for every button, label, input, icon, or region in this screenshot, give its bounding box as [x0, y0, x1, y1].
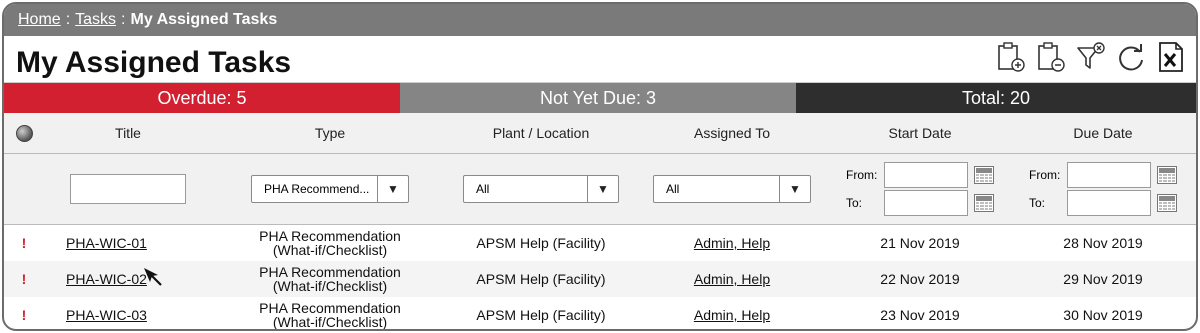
overdue-flag-icon: ! [21, 307, 27, 323]
task-summary-bar: Overdue: 5 Not Yet Due: 3 Total: 20 [4, 83, 1196, 113]
task-type-line2: (What-if/Checklist) [272, 242, 388, 258]
start-date-to-input[interactable] [884, 190, 968, 216]
start-date-from-input[interactable] [884, 162, 968, 188]
type-filter-value: PHA Recommend... [264, 182, 370, 196]
from-label: From: [846, 168, 878, 182]
table-row: ! PHA-WIC-03 PHA Recommendation (What-if/… [4, 297, 1196, 330]
calendar-icon[interactable] [1157, 194, 1177, 212]
task-type-line2: (What-if/Checklist) [272, 314, 388, 330]
start-date-filter: From: To: [846, 160, 994, 218]
clear-filter-icon [1077, 42, 1105, 69]
task-due-date: 30 Nov 2019 [1063, 307, 1143, 323]
refresh-button[interactable] [1114, 40, 1148, 74]
task-type-line2: (What-if/Checklist) [272, 278, 388, 294]
column-header-start-date[interactable]: Start Date [830, 125, 1010, 141]
calendar-icon[interactable] [974, 194, 994, 212]
export-excel-button[interactable] [1154, 40, 1188, 74]
not-yet-due-tab[interactable]: Not Yet Due: 3 [400, 83, 796, 113]
title-filter-input[interactable] [70, 174, 186, 204]
column-header-assigned[interactable]: Assigned To [634, 125, 830, 141]
overdue-flag-icon: ! [21, 271, 27, 287]
page-frame: Home : Tasks : My Assigned Tasks My Assi… [2, 2, 1198, 331]
select-all-radio[interactable] [15, 124, 33, 142]
task-plant: APSM Help (Facility) [476, 307, 606, 323]
from-label: From: [1029, 168, 1061, 182]
task-assigned-link[interactable]: Admin, Help [694, 271, 770, 287]
task-assigned-link[interactable]: Admin, Help [694, 307, 770, 323]
total-tab[interactable]: Total: 20 [796, 83, 1196, 113]
due-date-to-input[interactable] [1067, 190, 1151, 216]
task-type-line1: PHA Recommendation [259, 300, 401, 316]
due-date-from-input[interactable] [1067, 162, 1151, 188]
chevron-down-icon[interactable]: ▼ [377, 176, 408, 202]
task-plant: APSM Help (Facility) [476, 235, 606, 251]
breadcrumb-separator: : [65, 11, 71, 28]
type-filter-select[interactable]: PHA Recommend... ▼ [251, 175, 409, 203]
plant-filter-select[interactable]: All ▼ [463, 175, 619, 203]
toolbar [994, 40, 1188, 74]
breadcrumb-separator: : [121, 11, 126, 28]
title-bar: My Assigned Tasks [4, 36, 1196, 83]
mouse-cursor-icon [144, 268, 162, 286]
edit-task-icon [1038, 42, 1065, 72]
chevron-down-icon[interactable]: ▼ [779, 176, 810, 202]
task-title-link[interactable]: PHA-WIC-01 [66, 235, 147, 251]
task-type-line1: PHA Recommendation [259, 264, 401, 280]
overdue-tab[interactable]: Overdue: 5 [4, 83, 400, 113]
export-excel-icon [1159, 42, 1183, 72]
breadcrumb-tasks-link[interactable]: Tasks [75, 11, 116, 29]
task-due-date: 28 Nov 2019 [1063, 235, 1143, 251]
table-row: ! PHA-WIC-01 PHA Recommendation (What-if/… [4, 225, 1196, 261]
breadcrumb-home-link[interactable]: Home [18, 11, 61, 29]
clear-filter-button[interactable] [1074, 40, 1108, 74]
overdue-flag-icon: ! [21, 235, 27, 251]
calendar-icon[interactable] [1157, 166, 1177, 184]
calendar-icon[interactable] [974, 166, 994, 184]
column-header-title[interactable]: Title [44, 125, 212, 141]
to-label: To: [1029, 196, 1046, 210]
assigned-filter-select[interactable]: All ▼ [653, 175, 811, 203]
add-task-button[interactable] [994, 40, 1028, 74]
column-header-plant[interactable]: Plant / Location [448, 125, 634, 141]
task-start-date: 21 Nov 2019 [880, 235, 960, 251]
breadcrumb: Home : Tasks : My Assigned Tasks [4, 4, 1196, 36]
task-title-link[interactable]: PHA-WIC-02 [66, 271, 147, 287]
task-type-line1: PHA Recommendation [259, 228, 401, 244]
task-assigned-link[interactable]: Admin, Help [694, 235, 770, 251]
task-start-date: 22 Nov 2019 [880, 271, 960, 287]
page-title: My Assigned Tasks [16, 46, 292, 79]
task-due-date: 29 Nov 2019 [1063, 271, 1143, 287]
plant-filter-value: All [476, 182, 490, 196]
column-header-type[interactable]: Type [212, 125, 448, 141]
add-task-icon [998, 42, 1025, 72]
task-start-date: 23 Nov 2019 [880, 307, 960, 323]
table-row: ! PHA-WIC-02 PHA Recommendation (What-if/… [4, 261, 1196, 297]
breadcrumb-current: My Assigned Tasks [130, 11, 278, 28]
to-label: To: [846, 196, 863, 210]
table-header: Title Type Plant / Location Assigned To … [4, 113, 1196, 154]
column-header-due-date[interactable]: Due Date [1010, 125, 1196, 141]
task-table-body: ! PHA-WIC-01 PHA Recommendation (What-if/… [4, 225, 1196, 330]
chevron-down-icon[interactable]: ▼ [587, 176, 618, 202]
refresh-icon [1119, 44, 1143, 71]
due-date-filter: From: To: [1029, 160, 1177, 218]
edit-task-button[interactable] [1034, 40, 1068, 74]
assigned-filter-value: All [666, 182, 680, 196]
filter-row: PHA Recommend... ▼ All ▼ All ▼ From: To:… [4, 154, 1196, 225]
task-plant: APSM Help (Facility) [476, 271, 606, 287]
task-title-link[interactable]: PHA-WIC-03 [66, 307, 147, 323]
